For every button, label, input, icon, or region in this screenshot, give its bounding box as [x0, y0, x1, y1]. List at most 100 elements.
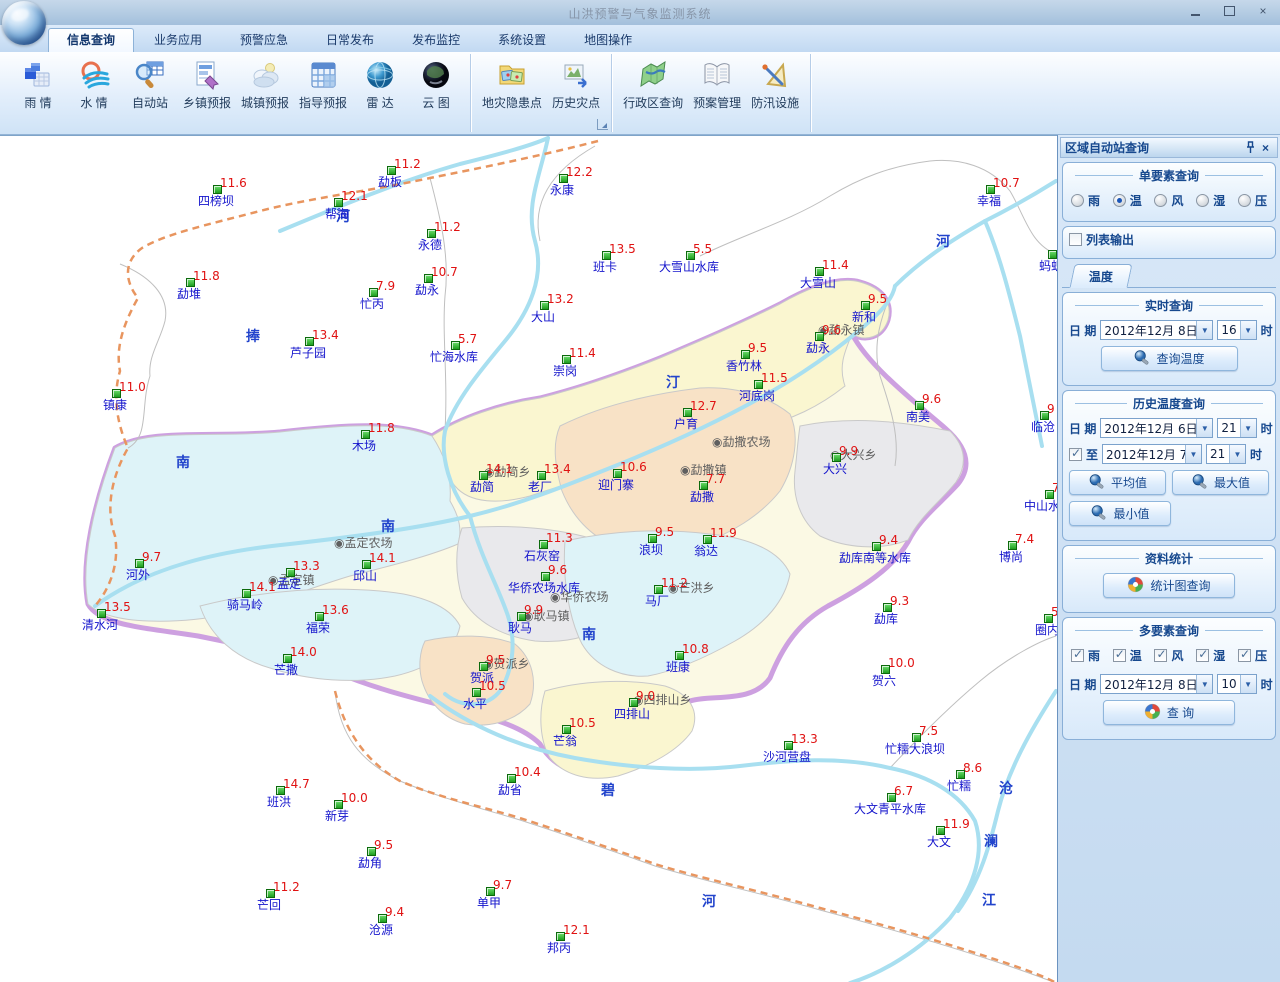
ribbon-tab-系统设置[interactable]: 系统设置: [480, 29, 564, 52]
station-marker[interactable]: [784, 741, 793, 750]
minimize-button[interactable]: [1186, 4, 1204, 18]
min-value-button[interactable]: 最小值: [1069, 501, 1171, 526]
toolbar-button-乡镇预报[interactable]: 乡镇预报: [178, 57, 236, 113]
toolbar-button-雷 达[interactable]: 雷 达: [352, 57, 408, 113]
station-marker[interactable]: [881, 665, 890, 674]
station-marker[interactable]: [305, 337, 314, 346]
history-start-hour-select[interactable]: 21▼: [1217, 418, 1256, 438]
station-marker[interactable]: [956, 770, 965, 779]
statistics-chart-button[interactable]: 统计图查询: [1103, 573, 1235, 598]
station-marker[interactable]: [213, 185, 222, 194]
station-marker[interactable]: [602, 251, 611, 260]
station-marker[interactable]: [648, 534, 657, 543]
radio-温[interactable]: 温: [1113, 192, 1142, 209]
toolbar-button-城镇预报[interactable]: 城镇预报: [236, 57, 294, 113]
station-marker[interactable]: [451, 341, 460, 350]
radio-风[interactable]: 风: [1154, 192, 1183, 209]
station-marker[interactable]: [915, 401, 924, 410]
toolbar-button-水 情[interactable]: 水 情: [66, 57, 122, 113]
app-logo-globe-icon[interactable]: [2, 1, 46, 45]
station-marker[interactable]: [699, 481, 708, 490]
station-marker[interactable]: [540, 301, 549, 310]
station-marker[interactable]: [1040, 411, 1049, 420]
station-marker[interactable]: [986, 185, 995, 194]
station-marker[interactable]: [479, 662, 488, 671]
ribbon-tab-发布监控[interactable]: 发布监控: [394, 29, 478, 52]
station-marker[interactable]: [654, 585, 663, 594]
station-marker[interactable]: [1045, 490, 1054, 499]
station-marker[interactable]: [361, 430, 370, 439]
station-marker[interactable]: [887, 793, 896, 802]
panel-close-icon[interactable]: ×: [1258, 140, 1273, 155]
station-marker[interactable]: [1008, 541, 1017, 550]
station-marker[interactable]: [517, 612, 526, 621]
ribbon-tab-信息查询[interactable]: 信息查询: [48, 28, 134, 52]
realtime-date-select[interactable]: 2012年12月 8日▼: [1100, 320, 1213, 340]
station-marker[interactable]: [539, 540, 548, 549]
station-marker[interactable]: [424, 274, 433, 283]
station-marker[interactable]: [872, 542, 881, 551]
station-marker[interactable]: [387, 166, 396, 175]
map-canvas[interactable]: ◉勐永镇◉勐撒农场◉勐撒镇◉大兴乡◉勐简乡◉孟定农场◉孟定镇◉华侨农场◉耿马镇◉…: [0, 135, 1057, 982]
station-marker[interactable]: [276, 786, 285, 795]
station-marker[interactable]: [283, 654, 292, 663]
station-marker[interactable]: [754, 380, 763, 389]
multi-query-button[interactable]: 查 询: [1103, 700, 1235, 725]
max-value-button[interactable]: 最大值: [1172, 470, 1269, 495]
station-marker[interactable]: [334, 198, 343, 207]
checkbox-雨[interactable]: 雨: [1071, 647, 1100, 664]
station-marker[interactable]: [186, 278, 195, 287]
station-marker[interactable]: [613, 469, 622, 478]
station-marker[interactable]: [1048, 250, 1057, 259]
radio-压[interactable]: 压: [1238, 192, 1267, 209]
station-marker[interactable]: [378, 914, 387, 923]
station-marker[interactable]: [97, 609, 106, 618]
ribbon-tab-业务应用[interactable]: 业务应用: [136, 29, 220, 52]
toolbar-button-历史灾点[interactable]: 历史灾点: [547, 57, 605, 113]
station-marker[interactable]: [369, 288, 378, 297]
station-marker[interactable]: [1044, 614, 1053, 623]
station-marker[interactable]: [675, 651, 684, 660]
station-marker[interactable]: [861, 301, 870, 310]
station-marker[interactable]: [559, 174, 568, 183]
station-marker[interactable]: [242, 589, 251, 598]
radio-湿[interactable]: 湿: [1196, 192, 1225, 209]
station-marker[interactable]: [472, 688, 481, 697]
station-marker[interactable]: [537, 471, 546, 480]
multi-hour-select[interactable]: 10▼: [1217, 674, 1256, 694]
station-marker[interactable]: [427, 229, 436, 238]
station-marker[interactable]: [883, 603, 892, 612]
checkbox-温[interactable]: 温: [1113, 647, 1142, 664]
station-marker[interactable]: [315, 612, 324, 621]
toolbar-button-自动站[interactable]: 自动站: [122, 57, 178, 113]
ribbon-tab-日常发布[interactable]: 日常发布: [308, 29, 392, 52]
history-start-date-select[interactable]: 2012年12月 6日▼: [1100, 418, 1213, 438]
multi-date-select[interactable]: 2012年12月 8日▼: [1100, 674, 1213, 694]
station-marker[interactable]: [629, 698, 638, 707]
realtime-hour-select[interactable]: 16▼: [1217, 320, 1256, 340]
station-marker[interactable]: [334, 800, 343, 809]
station-marker[interactable]: [112, 389, 121, 398]
history-end-hour-select[interactable]: 21▼: [1206, 444, 1246, 464]
station-marker[interactable]: [686, 251, 695, 260]
toolbar-button-防汛设施[interactable]: 防汛设施: [746, 57, 804, 113]
toolbar-button-预案管理[interactable]: 预案管理: [688, 57, 746, 113]
maximize-button[interactable]: [1220, 4, 1238, 18]
history-end-date-select[interactable]: 2012年12月 7日▼: [1102, 444, 1202, 464]
ribbon-tab-预警应急[interactable]: 预警应急: [222, 29, 306, 52]
station-marker[interactable]: [741, 350, 750, 359]
toolbar-button-云 图[interactable]: 云 图: [408, 57, 464, 113]
history-to-checkbox[interactable]: [1069, 448, 1082, 461]
station-marker[interactable]: [286, 568, 295, 577]
checkbox-风[interactable]: 风: [1154, 647, 1183, 664]
toolbar-button-雨 情[interactable]: 雨 情: [10, 57, 66, 113]
station-marker[interactable]: [479, 471, 488, 480]
average-value-button[interactable]: 平均值: [1069, 470, 1166, 495]
station-marker[interactable]: [507, 774, 516, 783]
station-marker[interactable]: [556, 932, 565, 941]
station-marker[interactable]: [266, 889, 275, 898]
toolbar-button-地灾隐患点[interactable]: 地灾隐患点: [477, 57, 547, 113]
station-marker[interactable]: [362, 560, 371, 569]
pin-icon[interactable]: [1243, 140, 1258, 155]
radio-雨[interactable]: 雨: [1071, 192, 1100, 209]
